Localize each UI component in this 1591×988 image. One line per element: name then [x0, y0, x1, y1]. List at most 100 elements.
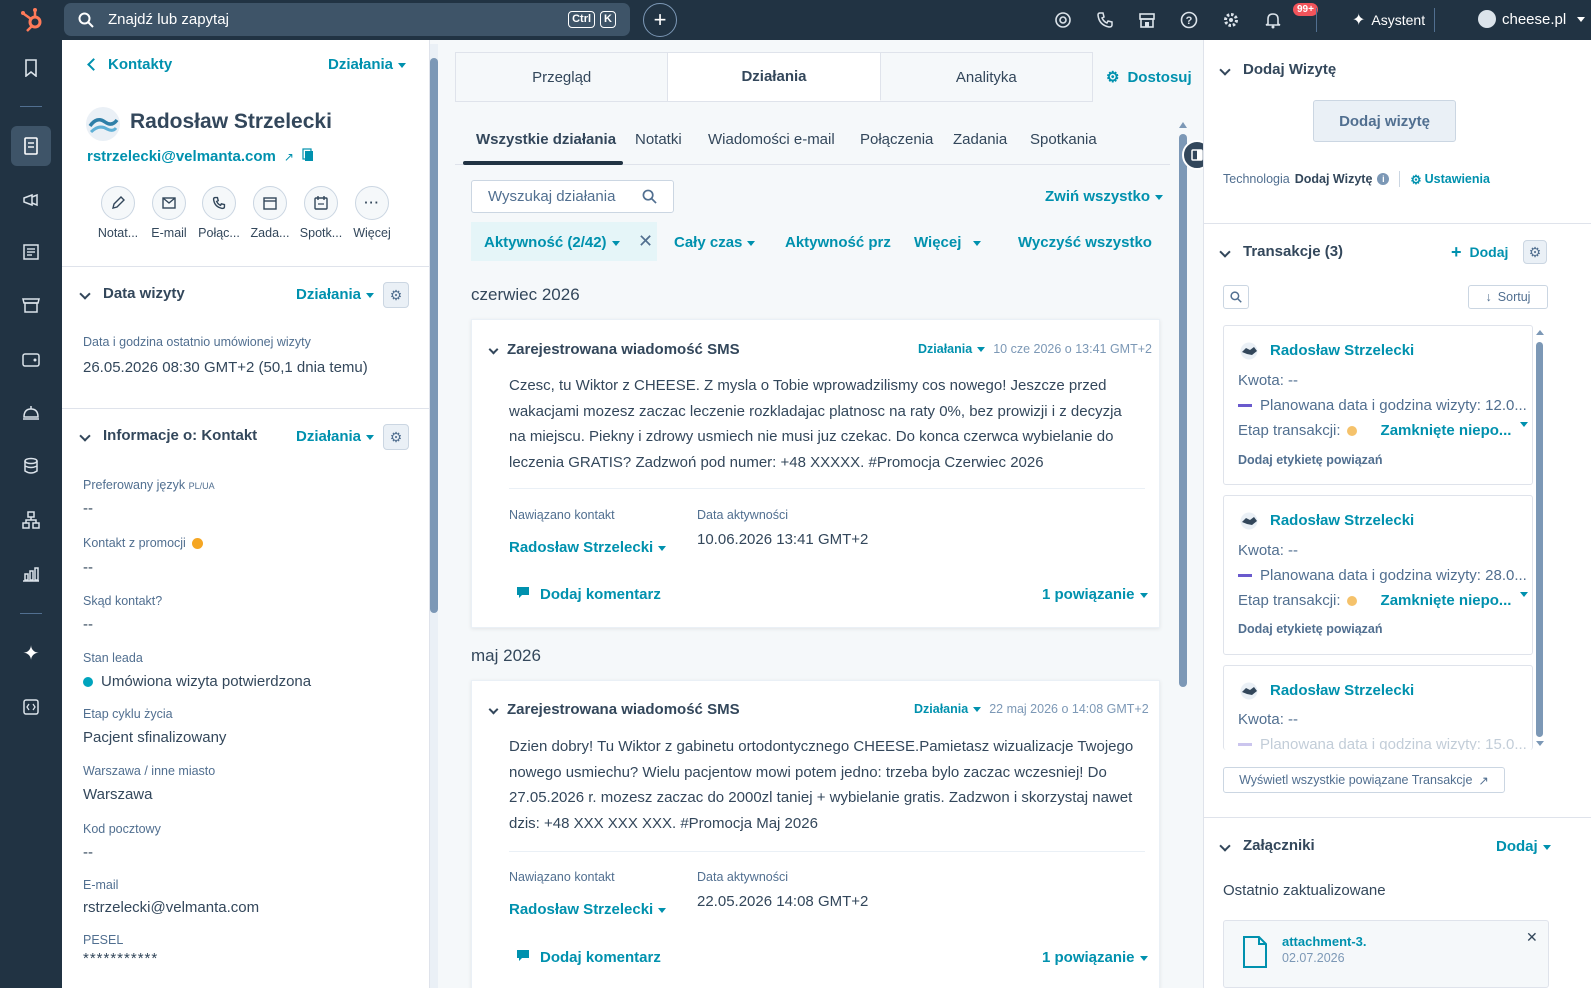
- tab-activities[interactable]: Działania: [668, 53, 881, 101]
- settings-link[interactable]: ⚙ Ustawienia: [1410, 172, 1490, 187]
- assistant-button[interactable]: ✦ Asystent: [1352, 10, 1425, 30]
- commerce-store-icon[interactable]: [16, 290, 46, 320]
- stage-dropdown[interactable]: Zamknięte niepo...: [1381, 422, 1528, 439]
- contacted-dropdown[interactable]: Radosław Strzelecki: [509, 539, 667, 556]
- bookmark-icon[interactable]: [16, 53, 46, 83]
- settings-gear-icon[interactable]: [1221, 10, 1241, 30]
- add-visit-button[interactable]: Dodaj wizytę: [1313, 100, 1456, 142]
- visit-settings-gear-icon[interactable]: ⚙: [383, 282, 409, 308]
- scroll-down-arrow-icon[interactable]: [1536, 741, 1544, 746]
- notifications-bell-icon[interactable]: [1263, 10, 1283, 30]
- more-filters-dropdown[interactable]: Więcej: [914, 234, 982, 251]
- phone-icon[interactable]: [1095, 10, 1115, 30]
- subtab-meetings[interactable]: Spotkania: [1030, 131, 1097, 148]
- deal-name-link[interactable]: Radosław Strzelecki: [1270, 682, 1414, 699]
- field-value-pesel[interactable]: ***********: [83, 950, 158, 967]
- contact-email-link[interactable]: rstrzelecki@velmanta.com: [87, 148, 276, 165]
- field-value-lead-status[interactable]: Umówiona wizyta potwierdzona: [83, 673, 311, 690]
- subtab-emails[interactable]: Wiadomości e-mail: [708, 131, 835, 148]
- hubspot-sprocket-icon[interactable]: [1053, 10, 1073, 30]
- field-value[interactable]: 26.05.2026 08:30 GMT+2 (50,1 dnia temu): [83, 359, 368, 376]
- activity-filter-dropdown[interactable]: Aktywność (2/42): [484, 234, 620, 251]
- action-meeting-button[interactable]: Spotk...: [293, 186, 349, 240]
- automation-workflow-icon[interactable]: [16, 505, 46, 535]
- attachment-item[interactable]: attachment-3. 02.07.2026 ✕: [1223, 920, 1549, 988]
- add-comment-button[interactable]: Dodaj komentarz: [516, 949, 661, 966]
- field-value-city[interactable]: Warszawa: [83, 786, 152, 803]
- activity-type-filter[interactable]: Aktywność prz: [785, 234, 893, 251]
- add-association-tag-link[interactable]: Dodaj etykietę powiązań: [1238, 453, 1382, 467]
- stage-dropdown[interactable]: Zamknięte niepo...: [1381, 592, 1528, 609]
- marketing-megaphone-icon[interactable]: [16, 185, 46, 215]
- database-icon[interactable]: [16, 451, 46, 481]
- center-scroll-thumb[interactable]: [1179, 134, 1187, 687]
- field-value-source[interactable]: --: [83, 616, 93, 633]
- activity-date-value[interactable]: 10.06.2026 13:41 GMT+2: [697, 531, 868, 548]
- add-attachment-dropdown[interactable]: Dodaj: [1496, 838, 1551, 855]
- scroll-up-arrow-icon[interactable]: [1536, 330, 1544, 335]
- help-icon[interactable]: ?: [1179, 10, 1199, 30]
- copy-icon[interactable]: [302, 148, 314, 165]
- deals-scroll-thumb[interactable]: [1536, 342, 1543, 737]
- customize-button[interactable]: ⚙ Dostosuj: [1106, 68, 1192, 87]
- time-filter-dropdown[interactable]: Cały czas: [674, 234, 756, 251]
- tab-analytics[interactable]: Analityka: [881, 53, 1092, 101]
- clear-filter-close-icon[interactable]: ✕: [638, 231, 653, 252]
- contacted-dropdown[interactable]: Radosław Strzelecki: [509, 901, 667, 918]
- marketplace-icon[interactable]: [1137, 10, 1157, 30]
- field-value-promo[interactable]: --: [83, 559, 93, 576]
- activity-search-input[interactable]: Wyszukaj działania: [471, 180, 674, 213]
- attachment-name[interactable]: attachment-3.: [1282, 934, 1367, 949]
- global-search-bar[interactable]: Znajdź lub zapytaj Ctrl K: [64, 3, 630, 36]
- field-value-language[interactable]: --: [83, 500, 93, 517]
- action-call-button[interactable]: Połąc...: [191, 186, 247, 240]
- tab-overview[interactable]: Przegląd: [456, 53, 669, 101]
- remove-attachment-close-icon[interactable]: ✕: [1526, 929, 1538, 946]
- ai-sparkle-icon[interactable]: ✦: [16, 638, 46, 668]
- field-value-email[interactable]: rstrzelecki@velmanta.com: [83, 899, 259, 916]
- deals-settings-gear-icon[interactable]: ⚙: [1523, 240, 1547, 264]
- field-value-lifecycle[interactable]: Pacjent sfinalizowany: [83, 729, 226, 746]
- subtab-notes[interactable]: Notatki: [635, 131, 682, 148]
- external-link-icon[interactable]: ↗: [284, 150, 294, 164]
- account-menu[interactable]: cheese.pl: [1478, 10, 1586, 28]
- back-to-contacts-link[interactable]: Kontakty: [87, 56, 172, 73]
- view-all-deals-button[interactable]: Wyświetl wszystkie powiązane Transakcje ↗: [1223, 767, 1505, 793]
- activity-actions-menu[interactable]: Działania: [918, 342, 986, 356]
- info-settings-gear-icon[interactable]: ⚙: [383, 424, 409, 450]
- contact-actions-menu[interactable]: Działania: [328, 56, 407, 73]
- content-icon[interactable]: [16, 237, 46, 267]
- field-value-postal[interactable]: --: [83, 844, 93, 861]
- associations-dropdown[interactable]: 1 powiązanie: [1042, 949, 1148, 966]
- attachments-section-toggle[interactable]: Załączniki: [1219, 837, 1315, 854]
- subtab-tasks[interactable]: Zadania: [953, 131, 1007, 148]
- activity-actions-menu[interactable]: Działania: [914, 702, 982, 716]
- activity-date-value[interactable]: 22.05.2026 14:08 GMT+2: [697, 893, 868, 910]
- deal-name-link[interactable]: Radosław Strzelecki: [1270, 512, 1414, 529]
- deals-sort-button[interactable]: ↓ Sortuj: [1468, 285, 1548, 309]
- service-bell-icon[interactable]: [16, 398, 46, 428]
- deal-name-link[interactable]: Radosław Strzelecki: [1270, 342, 1414, 359]
- info-icon[interactable]: i: [1377, 173, 1390, 185]
- subtab-all-activities[interactable]: Wszystkie działania: [476, 131, 616, 148]
- collapse-all-button[interactable]: Zwiń wszystko: [1045, 188, 1164, 205]
- info-section-toggle[interactable]: Informacje o: Kontakt: [79, 427, 257, 444]
- action-note-button[interactable]: Notat...: [90, 186, 146, 240]
- add-deal-button[interactable]: + Dodaj: [1451, 243, 1508, 261]
- scroll-up-arrow-icon[interactable]: [1179, 122, 1187, 128]
- add-visit-section-toggle[interactable]: Dodaj Wizytę: [1219, 61, 1336, 78]
- deals-search-button[interactable]: [1223, 285, 1249, 309]
- contacts-icon[interactable]: [11, 126, 51, 166]
- action-more-button[interactable]: ··· Więcej: [344, 186, 400, 240]
- developer-code-icon[interactable]: [16, 692, 46, 722]
- visit-section-toggle[interactable]: Data wizyty: [79, 285, 185, 302]
- add-association-tag-link[interactable]: Dodaj etykietę powiązań: [1238, 622, 1382, 636]
- activity-card-header[interactable]: Zarejestrowana wiadomość SMS: [488, 341, 740, 358]
- info-actions-menu[interactable]: Działania: [296, 428, 375, 445]
- wallet-icon[interactable]: [16, 344, 46, 374]
- create-new-button[interactable]: +: [643, 3, 677, 37]
- add-comment-button[interactable]: Dodaj komentarz: [516, 586, 661, 603]
- deals-section-toggle[interactable]: Transakcje (3): [1219, 243, 1343, 260]
- subtab-calls[interactable]: Połączenia: [860, 131, 933, 148]
- left-panel-scroll-thumb[interactable]: [430, 58, 438, 613]
